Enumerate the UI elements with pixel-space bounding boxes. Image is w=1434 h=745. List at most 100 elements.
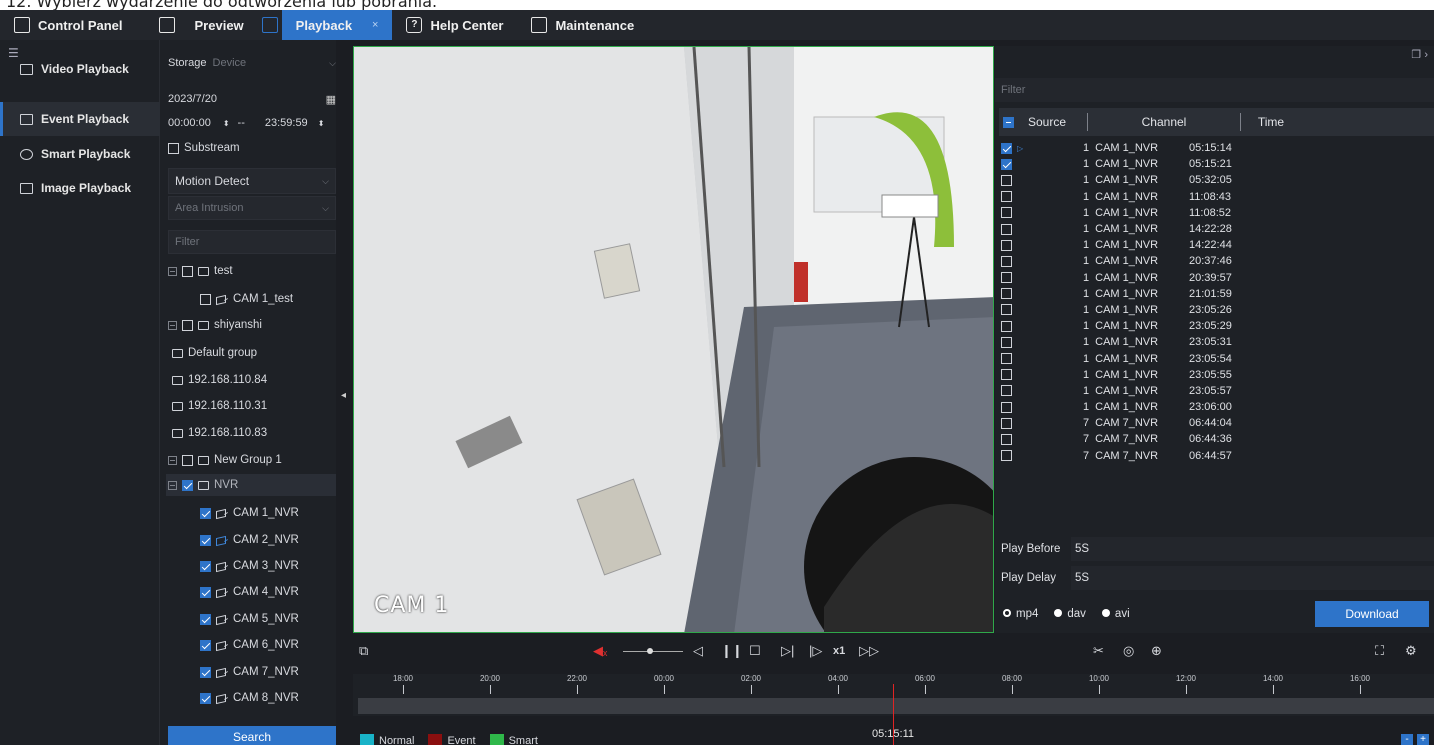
tree-checkbox[interactable] bbox=[182, 265, 193, 277]
expand-icon[interactable] bbox=[168, 266, 177, 276]
event-checkbox[interactable] bbox=[1001, 369, 1012, 381]
tree-item-cam1-nvr[interactable]: CAM 1_NVR bbox=[200, 502, 336, 524]
nav-image-playback[interactable]: Image Playback bbox=[0, 171, 160, 205]
column-time[interactable]: Time bbox=[1241, 115, 1301, 129]
event-row[interactable]: 1 CAM 1_NVR 05:32:05 bbox=[999, 172, 1304, 188]
event-row[interactable]: 1 CAM 1_NVR 23:05:31 bbox=[999, 334, 1304, 350]
event-checkbox[interactable] bbox=[1001, 223, 1012, 235]
menu-playback[interactable]: Playback × bbox=[281, 10, 393, 40]
play-before-value[interactable]: 5S bbox=[1071, 537, 1434, 561]
tree-item-cam4-nvr[interactable]: CAM 4_NVR bbox=[200, 581, 336, 603]
event-row[interactable]: 1 CAM 1_NVR 14:22:28 bbox=[999, 221, 1304, 237]
event-checkbox[interactable] bbox=[1001, 320, 1012, 332]
step-forward-icon[interactable]: |▷ bbox=[809, 638, 822, 664]
substream-row[interactable]: Substream bbox=[168, 138, 336, 158]
expand-icon[interactable] bbox=[168, 320, 177, 330]
storage-select[interactable]: Storage Device ⌵ bbox=[168, 52, 336, 74]
previous-frame-icon[interactable]: ◁ bbox=[693, 638, 703, 664]
tree-item-cam8-nvr[interactable]: CAM 8_NVR bbox=[200, 687, 336, 709]
stepper-icon[interactable]: ⬍ bbox=[223, 119, 230, 128]
event-type-select[interactable]: Motion Detect ⌵ bbox=[168, 168, 336, 194]
nav-event-playback[interactable]: Event Playback bbox=[0, 102, 160, 136]
expand-icon[interactable] bbox=[168, 480, 177, 490]
event-row[interactable]: 1 CAM 1_NVR 11:08:43 bbox=[999, 189, 1304, 205]
clip-icon[interactable]: ✂ bbox=[1093, 638, 1104, 664]
tree-item-ip-84[interactable]: 192.168.110.84 bbox=[172, 369, 336, 391]
tree-filter-input[interactable]: Filter bbox=[168, 230, 336, 254]
tree-item-default-group[interactable]: Default group bbox=[172, 342, 336, 364]
tree-item-test[interactable]: test bbox=[168, 260, 336, 282]
time-end[interactable]: 23:59:59 bbox=[265, 117, 308, 129]
event-row[interactable]: 1 CAM 1_NVR 23:06:00 bbox=[999, 399, 1304, 415]
event-row[interactable]: 1 CAM 1_NVR 14:22:44 bbox=[999, 237, 1304, 253]
settings-gear-icon[interactable]: ⚙ bbox=[1405, 638, 1417, 664]
tree-checkbox[interactable] bbox=[182, 479, 193, 491]
event-checkbox[interactable] bbox=[1001, 288, 1012, 300]
event-checkbox[interactable] bbox=[1001, 385, 1012, 397]
zoom-icon[interactable]: ⊕ bbox=[1151, 638, 1162, 664]
event-checkbox[interactable] bbox=[1001, 272, 1012, 284]
tree-checkbox[interactable] bbox=[200, 666, 211, 678]
menu-help-center[interactable]: ? Help Center bbox=[392, 10, 517, 40]
timeline-track[interactable] bbox=[358, 698, 1434, 714]
event-checkbox[interactable] bbox=[1001, 450, 1012, 462]
tree-checkbox[interactable] bbox=[200, 613, 211, 625]
close-icon[interactable]: × bbox=[372, 19, 378, 31]
event-row[interactable]: 1 CAM 1_NVR 23:05:54 bbox=[999, 350, 1304, 366]
nav-video-playback[interactable]: Video Playback bbox=[0, 52, 160, 86]
event-checkbox[interactable] bbox=[1001, 255, 1012, 267]
panel-splitter-icon[interactable]: ◂ bbox=[341, 390, 347, 406]
tree-item-cam7-nvr[interactable]: CAM 7_NVR bbox=[200, 661, 336, 683]
event-row[interactable]: 1 CAM 1_NVR 11:08:52 bbox=[999, 205, 1304, 221]
nav-smart-playback[interactable]: Smart Playback bbox=[0, 137, 160, 171]
event-row[interactable]: 1 CAM 1_NVR 21:01:59 bbox=[999, 286, 1304, 302]
volume-slider[interactable] bbox=[623, 638, 683, 664]
tree-item-cam3-nvr[interactable]: CAM 3_NVR bbox=[200, 555, 336, 577]
next-frame-icon[interactable]: ▷| bbox=[781, 638, 794, 664]
event-row[interactable]: 1 CAM 1_NVR 20:39:57 bbox=[999, 270, 1304, 286]
download-button[interactable]: Download bbox=[1315, 601, 1429, 627]
event-checkbox[interactable] bbox=[1001, 336, 1012, 348]
video-viewport[interactable]: CAM 1 bbox=[353, 46, 994, 633]
clear-window-icon[interactable]: ⧉ bbox=[359, 638, 368, 664]
event-subtype-select[interactable]: Area Intrusion ⌵ bbox=[168, 196, 336, 220]
tree-item-nvr[interactable]: NVR bbox=[166, 474, 336, 496]
tree-item-new-group-1[interactable]: New Group 1 bbox=[168, 449, 336, 471]
event-checkbox[interactable] bbox=[1001, 433, 1012, 445]
event-row[interactable]: 1 CAM 1_NVR 05:15:21 bbox=[999, 156, 1304, 172]
time-range-field[interactable]: 00:00:00 ⬍ -- 23:59:59 ⬍ bbox=[168, 112, 336, 134]
tree-item-ip-31[interactable]: 192.168.110.31 bbox=[172, 395, 336, 417]
menu-control-panel[interactable]: Control Panel bbox=[0, 10, 137, 40]
search-button[interactable]: Search bbox=[168, 726, 336, 745]
column-channel[interactable]: Channel bbox=[1088, 115, 1240, 129]
tree-item-cam6-nvr[interactable]: CAM 6_NVR bbox=[200, 634, 336, 656]
pause-icon[interactable]: ❙❙ bbox=[721, 638, 743, 664]
tree-checkbox[interactable] bbox=[200, 534, 211, 546]
stop-icon[interactable]: ☐ bbox=[749, 638, 761, 664]
zoom-in-button[interactable]: + bbox=[1417, 734, 1429, 745]
tree-checkbox[interactable] bbox=[182, 319, 193, 331]
tree-checkbox[interactable] bbox=[200, 507, 211, 519]
event-row[interactable]: 1 CAM 1_NVR 20:37:46 bbox=[999, 253, 1304, 269]
mute-icon[interactable]: ◀ₓ bbox=[593, 638, 607, 664]
tree-checkbox[interactable] bbox=[200, 586, 211, 598]
event-checkbox[interactable] bbox=[1001, 417, 1012, 429]
format-avi[interactable]: avi bbox=[1101, 608, 1130, 620]
date-field[interactable]: 2023/7/20 ▦ bbox=[168, 88, 336, 110]
snapshot-icon[interactable]: ◎ bbox=[1123, 638, 1134, 664]
tree-item-cam2-nvr[interactable]: CAM 2_NVR bbox=[200, 529, 336, 551]
event-checkbox[interactable] bbox=[1001, 158, 1012, 170]
event-row[interactable]: 1 CAM 1_NVR 23:05:57 bbox=[999, 383, 1304, 399]
tree-checkbox[interactable] bbox=[200, 560, 211, 572]
tree-item-cam5-nvr[interactable]: CAM 5_NVR bbox=[200, 608, 336, 630]
tree-checkbox[interactable] bbox=[182, 454, 193, 466]
timeline[interactable]: 18:00 20:00 22:00 00:00 02:00 04:00 06:0… bbox=[353, 674, 1434, 745]
speed-label[interactable]: x1 bbox=[833, 638, 845, 664]
zoom-out-button[interactable]: - bbox=[1401, 734, 1413, 745]
menu-preview[interactable]: Preview bbox=[137, 10, 258, 40]
event-row[interactable]: 1 CAM 1_NVR 23:05:29 bbox=[999, 318, 1304, 334]
stepper-icon[interactable]: ⬍ bbox=[318, 119, 325, 128]
menu-maintenance[interactable]: Maintenance bbox=[517, 10, 648, 40]
play-delay-value[interactable]: 5S bbox=[1071, 566, 1434, 590]
event-row[interactable]: 7 CAM 7_NVR 06:44:36 bbox=[999, 431, 1304, 447]
